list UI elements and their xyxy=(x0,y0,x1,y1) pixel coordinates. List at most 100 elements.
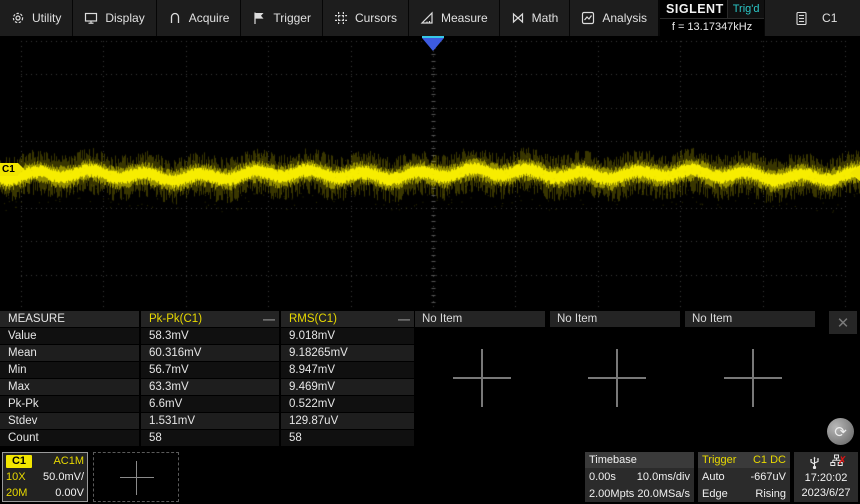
channel1-scale: 50.0mV/ xyxy=(43,471,84,483)
measure-value: 63.3mV xyxy=(141,379,279,395)
timebase-memory: 2.00Mpts xyxy=(589,488,634,500)
measure-value: 6.6mV xyxy=(141,396,279,412)
channel1-coupling: AC1M xyxy=(43,455,84,467)
menu-item-acquire[interactable]: Acquire xyxy=(157,0,242,36)
measure-row-label: Count xyxy=(0,430,139,446)
menu-item-trigger[interactable]: Trigger xyxy=(241,0,323,36)
menu-item-measure[interactable]: Measure xyxy=(409,0,500,36)
trigger-source: C1 DC xyxy=(753,454,786,466)
add-measure-button[interactable] xyxy=(453,349,511,407)
oscilloscope-screen: Utility Display Acquire Trigger Cursors … xyxy=(0,0,860,504)
lan-disconnected-icon: ✗ xyxy=(838,456,847,466)
remove-measure-icon[interactable]: — xyxy=(398,312,410,326)
monitor-icon xyxy=(84,11,98,25)
add-measure-button[interactable] xyxy=(588,349,646,407)
trigger-frequency-readout: f = 13.17347kHz xyxy=(660,18,764,37)
ruler-icon xyxy=(420,11,434,25)
menu-item-label: Math xyxy=(532,11,559,25)
timebase-label: Timebase xyxy=(589,454,637,466)
close-measure-icon[interactable]: ✕ xyxy=(829,311,857,334)
trigger-position-marker[interactable] xyxy=(422,38,444,51)
measure-value: 58.3mV xyxy=(141,328,279,344)
brand-block: SIGLENT Trig'd f = 13.17347kHz xyxy=(659,0,765,36)
timebase-delay: 0.00s xyxy=(589,471,616,483)
trigger-type: Edge xyxy=(702,488,728,500)
measure-table-title: MEASURE xyxy=(0,311,139,327)
waveform-canvas xyxy=(0,36,860,308)
clock-date: 2023/6/27 xyxy=(802,487,851,499)
channel1-level-marker[interactable]: C1 xyxy=(0,163,18,176)
system-status-box: ✗ 17:20:02 2023/6/27 xyxy=(794,452,858,502)
channel1-offset: 0.00V xyxy=(43,487,84,499)
measure-slot-empty-2[interactable]: No Item xyxy=(550,311,680,327)
measure-row-label: Max xyxy=(0,379,139,395)
measure-row-label: Min xyxy=(0,362,139,378)
menu-item-display[interactable]: Display xyxy=(73,0,156,36)
menu-item-label: Analysis xyxy=(602,11,647,25)
usb-icon xyxy=(809,456,820,469)
remove-measure-icon[interactable]: — xyxy=(263,312,275,326)
measure-value: 58 xyxy=(141,430,279,446)
menu-item-label: Acquire xyxy=(189,11,230,25)
clock-time: 17:20:02 xyxy=(805,472,848,484)
bowtie-icon xyxy=(511,11,525,25)
channel1-descriptor-box[interactable]: C1 AC1M 10X 50.0mV/ 20M 0.00V xyxy=(2,452,88,502)
menu-item-cursors[interactable]: Cursors xyxy=(323,0,409,36)
measure-value: 1.531mV xyxy=(141,413,279,429)
measure-table: MEASURE Pk-Pk(C1)— RMS(C1)— Value 58.3mV… xyxy=(0,311,412,446)
trigger-slope: Rising xyxy=(755,488,786,500)
menu-item-analysis[interactable]: Analysis xyxy=(570,0,659,36)
flag-icon xyxy=(252,11,266,25)
channel-menu-button[interactable]: C1 xyxy=(822,11,837,25)
measure-col-pkpk[interactable]: Pk-Pk(C1)— xyxy=(141,311,279,327)
menu-item-math[interactable]: Math xyxy=(500,0,571,36)
add-channel-button[interactable] xyxy=(93,452,179,502)
crosshair-icon xyxy=(334,11,348,25)
gear-icon xyxy=(11,11,25,25)
trigger-label: Trigger xyxy=(702,454,736,466)
menu-item-label: Trigger xyxy=(273,11,311,25)
chart-icon xyxy=(581,11,595,25)
probe-icon xyxy=(168,11,182,25)
channel1-bandwidth: 20M xyxy=(6,487,43,499)
measure-value: 9.469mV xyxy=(281,379,414,395)
navigate-ball-icon[interactable]: ⟳ xyxy=(827,418,854,445)
measure-value: 9.18265mV xyxy=(281,345,414,361)
channel-list-icon[interactable] xyxy=(795,11,808,26)
trigger-box[interactable]: Trigger C1 DC Auto -667uV Edge Rising xyxy=(698,452,790,502)
brand-logo: SIGLENT xyxy=(660,2,724,16)
measure-value: 9.018mV xyxy=(281,328,414,344)
measure-row-label: Stdev xyxy=(0,413,139,429)
waveform-display[interactable]: C1 xyxy=(0,36,860,308)
timebase-samplerate: 20.0MSa/s xyxy=(637,488,690,500)
measure-panel: MEASURE Pk-Pk(C1)— RMS(C1)— Value 58.3mV… xyxy=(0,311,860,446)
measure-value: 129.87uV xyxy=(281,413,414,429)
menu-item-label: Measure xyxy=(441,11,488,25)
channel1-chip[interactable]: C1 xyxy=(6,455,32,468)
measure-col-rms[interactable]: RMS(C1)— xyxy=(281,311,414,327)
trigger-mode: Auto xyxy=(702,471,725,483)
menu-bar: Utility Display Acquire Trigger Cursors … xyxy=(0,0,860,36)
trigger-level: -667uV xyxy=(751,471,786,483)
menu-item-label: Cursors xyxy=(355,11,397,25)
measure-value: 56.7mV xyxy=(141,362,279,378)
measure-value: 8.947mV xyxy=(281,362,414,378)
timebase-scale: 10.0ms/div xyxy=(637,471,690,483)
measure-slot-empty-3[interactable]: No Item xyxy=(685,311,815,327)
menu-item-label: Display xyxy=(105,11,144,25)
add-measure-button[interactable] xyxy=(724,349,782,407)
trigger-status-badge: Trig'd xyxy=(727,0,765,18)
measure-value: 60.316mV xyxy=(141,345,279,361)
measure-value: 0.522mV xyxy=(281,396,414,412)
menu-item-utility[interactable]: Utility xyxy=(0,0,73,36)
trigger-level-marker[interactable] xyxy=(850,165,860,181)
measure-row-label: Value xyxy=(0,328,139,344)
timebase-box[interactable]: Timebase 0.00s 10.0ms/div 2.00Mpts20.0MSa… xyxy=(585,452,694,502)
measure-slot-empty-1[interactable]: No Item xyxy=(415,311,545,327)
menu-item-label: Utility xyxy=(32,11,61,25)
channel1-attenuation: 10X xyxy=(6,471,43,483)
measure-value: 58 xyxy=(281,430,414,446)
measure-row-label: Pk-Pk xyxy=(0,396,139,412)
measure-row-label: Mean xyxy=(0,345,139,361)
bottom-status-bar: C1 AC1M 10X 50.0mV/ 20M 0.00V Timebase 0… xyxy=(0,446,860,504)
